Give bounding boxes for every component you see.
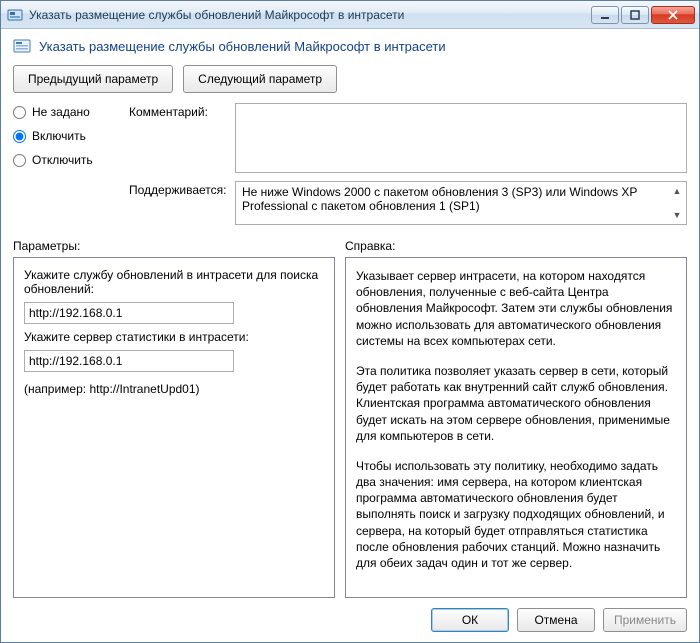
dialog-buttons: ОК Отмена Применить	[13, 608, 687, 632]
content-area: Указать размещение службы обновлений Май…	[1, 29, 699, 642]
maximize-button[interactable]	[621, 6, 649, 24]
next-setting-button[interactable]: Следующий параметр	[183, 65, 337, 93]
app-icon	[7, 7, 23, 23]
radio-not-configured[interactable]: Не задано	[13, 105, 123, 119]
help-paragraph-2: Эта политика позволяет указать сервер в …	[356, 363, 676, 444]
supported-label: Поддерживается:	[129, 181, 229, 225]
stats-server-input[interactable]	[24, 350, 234, 372]
titlebar[interactable]: Указать размещение службы обновлений Май…	[1, 1, 699, 29]
policy-icon	[13, 37, 31, 55]
policy-title: Указать размещение службы обновлений Май…	[39, 39, 446, 54]
update-service-label: Укажите службу обновлений в интрасети дл…	[24, 268, 324, 296]
help-heading: Справка:	[345, 239, 687, 253]
policy-header: Указать размещение службы обновлений Май…	[13, 37, 687, 55]
supported-on-text: Не ниже Windows 2000 с пакетом обновлени…	[242, 185, 637, 213]
radio-disabled-input[interactable]	[13, 154, 26, 167]
cancel-button[interactable]: Отмена	[517, 608, 595, 632]
previous-setting-button[interactable]: Предыдущий параметр	[13, 65, 173, 93]
panes-header: Параметры: Справка:	[13, 239, 687, 253]
help-paragraph-3: Чтобы использовать эту политику, необход…	[356, 458, 676, 571]
state-radio-group: Не задано Включить Отключить	[13, 103, 123, 225]
params-heading: Параметры:	[13, 239, 345, 253]
radio-not-configured-input[interactable]	[13, 106, 26, 119]
scroll-down-icon[interactable]: ▼	[670, 208, 684, 222]
panes: Укажите службу обновлений в интрасети дл…	[13, 257, 687, 598]
close-button[interactable]	[651, 6, 695, 24]
parameters-pane: Укажите службу обновлений в интрасети дл…	[13, 257, 335, 598]
comment-textarea[interactable]	[235, 103, 687, 173]
apply-button[interactable]: Применить	[603, 608, 687, 632]
ok-button[interactable]: ОК	[431, 608, 509, 632]
stats-server-label: Укажите сервер статистики в интрасети:	[24, 330, 324, 344]
radio-not-configured-label: Не задано	[32, 105, 90, 119]
radio-disabled-label: Отключить	[32, 153, 93, 167]
window-controls	[591, 6, 695, 24]
radio-enabled-label: Включить	[32, 129, 86, 143]
comment-label: Комментарий:	[129, 103, 229, 173]
radio-disabled[interactable]: Отключить	[13, 153, 123, 167]
update-service-input[interactable]	[24, 302, 234, 324]
help-paragraph-1: Указывает сервер интрасети, на котором н…	[356, 268, 676, 349]
policy-editor-window: Указать размещение службы обновлений Май…	[0, 0, 700, 643]
help-pane[interactable]: Указывает сервер интрасети, на котором н…	[345, 257, 687, 598]
config-grid: Не задано Включить Отключить Комментарий…	[13, 103, 687, 225]
window-title: Указать размещение службы обновлений Май…	[29, 8, 591, 22]
radio-enabled-input[interactable]	[13, 130, 26, 143]
radio-enabled[interactable]: Включить	[13, 129, 123, 143]
minimize-button[interactable]	[591, 6, 619, 24]
supported-on-box: Не ниже Windows 2000 с пакетом обновлени…	[235, 181, 687, 225]
nav-buttons: Предыдущий параметр Следующий параметр	[13, 65, 687, 93]
example-text: (например: http://IntranetUpd01)	[24, 382, 324, 396]
scroll-up-icon[interactable]: ▲	[670, 184, 684, 198]
